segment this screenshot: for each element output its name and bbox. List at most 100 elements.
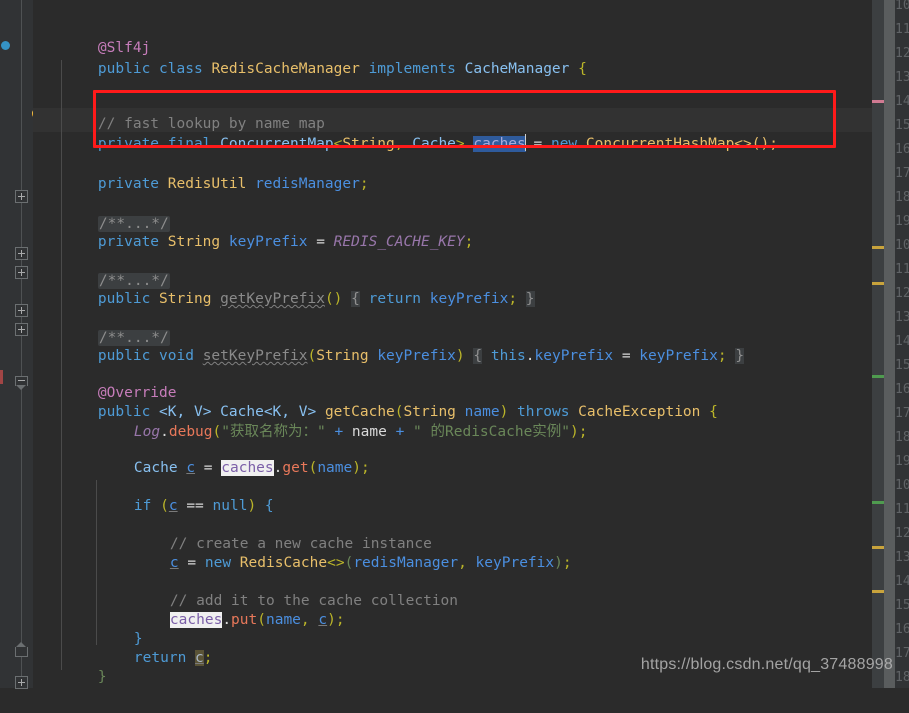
line-number: 19	[895, 214, 909, 229]
generic-close: >	[455, 136, 465, 152]
exception-type: CacheException	[578, 404, 701, 420]
editor-gutter[interactable]	[0, 0, 33, 688]
field-keyprefix: keyPrefix	[228, 234, 308, 250]
line-number: 11	[895, 262, 909, 277]
indent-guide	[61, 60, 62, 670]
folded-body-open-brace[interactable]: {	[351, 291, 360, 307]
line-number: 12	[895, 46, 909, 61]
open-paren: (	[257, 612, 266, 628]
method-setkeyprefix: setKeyPrefix	[202, 348, 308, 364]
code-line-cache-get: Cache c = caches.get(name);	[99, 432, 370, 476]
fold-region-end-icon[interactable]	[15, 642, 28, 657]
kw-new: new	[550, 136, 578, 152]
param-type-string: String	[316, 348, 369, 364]
line-number: 16	[895, 382, 909, 397]
semicolon: ;	[335, 612, 345, 628]
kw-class: class	[159, 61, 203, 77]
line-number: 11	[895, 22, 909, 37]
line-number: 17	[895, 406, 909, 421]
marker-stripe[interactable]	[872, 546, 884, 549]
fold-plus-icon[interactable]	[15, 323, 28, 336]
line-number-column: 10 11 12 13 14 15 16 17 18 19 10 11 12 13 14 15 16 17 18 19…	[895, 0, 909, 688]
kw-implements: implements	[368, 61, 456, 77]
type-string: String	[167, 234, 221, 250]
fold-plus-icon[interactable]	[15, 247, 28, 260]
semicolon: ;	[203, 650, 213, 666]
generic-comma: ,	[394, 136, 404, 152]
line-number: 15	[895, 118, 909, 133]
vcs-change-marker[interactable]	[0, 370, 3, 384]
line-number: 13	[895, 310, 909, 325]
gutter-left-strip	[0, 0, 8, 688]
line-number: 12	[895, 526, 909, 541]
folded-body-close-brace[interactable]: }	[735, 348, 745, 364]
selected-field-caches[interactable]: caches	[473, 136, 526, 152]
line-number: 18	[895, 670, 909, 685]
code-line-class-declaration: public class RedisCacheManager implement…	[63, 33, 587, 77]
vertical-scrollbar-thumb[interactable]	[884, 0, 895, 688]
code-editor-surface[interactable]: @Slf4j public class RedisCacheManager im…	[33, 0, 909, 688]
interface-name: CacheManager	[464, 61, 570, 77]
semicolon: ;	[464, 234, 474, 250]
arg-c: c	[318, 612, 328, 628]
semicolon: ;	[360, 460, 370, 476]
class-name: RedisCacheManager	[211, 61, 360, 77]
fold-plus-icon[interactable]	[15, 676, 28, 689]
line-number: 18	[895, 430, 909, 445]
field-redismanager: redisManager	[255, 176, 360, 192]
dot: .	[525, 348, 535, 364]
line-number: 19	[895, 454, 909, 469]
fold-minus-arrow	[16, 385, 26, 390]
marker-stripe[interactable]	[872, 501, 884, 504]
code-line-getkeyprefix: public String getKeyPrefix() { return ke…	[63, 263, 535, 307]
type-redisutil: RedisUtil	[167, 176, 247, 192]
semicolon: ;	[578, 424, 588, 440]
comma: ,	[458, 555, 467, 571]
code-line-if-null: if (c == null) {	[99, 470, 274, 514]
fold-minus-icon[interactable]	[15, 376, 28, 391]
close-brace: }	[97, 669, 107, 685]
line-number: 15	[895, 598, 909, 613]
open-paren: (	[307, 348, 317, 364]
line-number: 11	[895, 502, 909, 517]
close-paren: )	[327, 612, 336, 628]
field-keyprefix: keyPrefix	[534, 348, 614, 364]
param-keyprefix: keyPrefix	[377, 348, 456, 364]
line-number: 10	[895, 478, 909, 493]
comma: ,	[300, 612, 310, 628]
line-number: 14	[895, 334, 909, 349]
code-line-new-rediscache: c = new RedisCache<>(redisManager, keyPr…	[135, 527, 572, 571]
fold-plus-icon[interactable]	[15, 190, 28, 203]
marker-stripe[interactable]	[872, 246, 884, 249]
line-number: 10	[895, 238, 909, 253]
value-keyprefix: keyPrefix	[639, 348, 718, 364]
semicolon: ;	[359, 176, 369, 192]
open-brace: {	[578, 61, 587, 77]
usage-highlight-c[interactable]: c	[195, 650, 204, 666]
arg-name: name	[317, 460, 353, 476]
kw-public: public	[97, 61, 151, 77]
assign-op: =	[316, 234, 325, 250]
code-line-caches-declaration: private final ConcurrentMap<String, Cach…	[63, 108, 778, 152]
code-line-log-debug: Log.debug("获取名称为：" + name + " 的RedisCach…	[99, 396, 588, 440]
marker-stripe[interactable]	[872, 375, 884, 378]
fold-end-box	[15, 647, 28, 657]
line-number: 14	[895, 94, 909, 109]
open-paren: (	[308, 460, 318, 476]
folded-body-open-brace[interactable]: {	[473, 348, 483, 364]
blue-dot-marker-icon[interactable]	[1, 41, 10, 50]
arg-name: name	[265, 612, 301, 628]
fold-plus-icon[interactable]	[15, 266, 28, 279]
code-line-close-method: }	[63, 641, 107, 685]
close-paren: )	[554, 555, 563, 571]
kw-this: this	[490, 348, 526, 364]
marker-stripe[interactable]	[872, 590, 884, 593]
semicolon: ;	[508, 291, 518, 307]
concat-op-2: +	[395, 424, 405, 440]
kw-return: return	[133, 650, 187, 666]
folded-body-close-brace[interactable]: }	[525, 291, 535, 307]
marker-stripe[interactable]	[872, 100, 884, 103]
marker-stripe[interactable]	[872, 282, 884, 285]
fold-plus-icon[interactable]	[15, 304, 28, 317]
code-line-caches-put: caches.put(name, c);	[135, 584, 345, 628]
